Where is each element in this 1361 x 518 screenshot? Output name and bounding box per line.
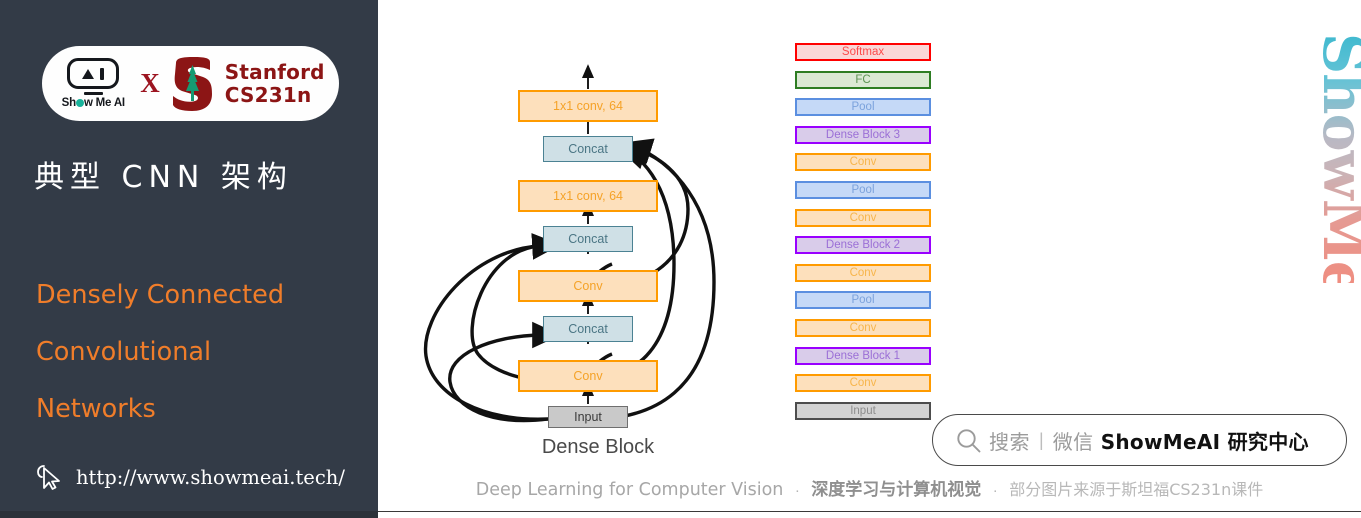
slide-title-chinese: 典型 CNN 架构	[34, 160, 293, 195]
footer-sep-1: ·	[794, 482, 800, 499]
stack-row-input: Input	[795, 401, 931, 420]
dense-block-caption: Dense Block	[541, 436, 655, 458]
stack-row-pool: Pool	[795, 98, 931, 117]
showmeai-watermark: ShowMeAI	[1310, 33, 1361, 365]
dense-block-diagram: 1x1 conv, 64 Concat 1x1 conv, 64 Concat …	[388, 14, 808, 464]
robot-eye-caret-icon	[82, 68, 95, 79]
slide-root: Sh w Me AI X Stanford CS231n 典型 CNN 架构 De…	[0, 0, 1361, 518]
bottom-border-white	[378, 511, 1361, 518]
dense-box-conv-3: Conv	[518, 270, 658, 302]
stack-row-conv: Conv	[795, 208, 931, 227]
densenet-architecture-stack: Softmax FC Pool Dense Block 3 Conv Pool Conv De…	[795, 43, 931, 429]
main-content: 1x1 conv, 64 Concat 1x1 conv, 64 Concat …	[378, 0, 1361, 511]
stack-row-dense-block-3: Dense Block 3	[795, 125, 931, 144]
title-line-3: Networks	[36, 394, 156, 424]
showmeai-dot-icon	[75, 99, 84, 107]
title-line-1: Densely Connected	[36, 280, 285, 310]
dense-box-concat-1: Concat	[543, 316, 633, 342]
stack-row-pool: Pool	[795, 291, 931, 310]
footer-chinese-bold: 深度学习与计算机视觉	[811, 480, 982, 500]
search-divider: |	[1039, 429, 1044, 450]
showmeai-logo: Sh w Me AI	[56, 58, 130, 109]
dense-box-conv-2: 1x1 conv, 64	[518, 180, 658, 212]
stack-row-softmax: Softmax	[795, 43, 931, 61]
footer-caption: Deep Learning for Computer Vision · 深度学习…	[378, 475, 1361, 500]
dense-box-conv-4: Conv	[518, 360, 658, 392]
showmeai-robot-icon	[67, 58, 120, 89]
website-link[interactable]: http://www.showmeai.tech/	[36, 462, 345, 492]
sidebar: Sh w Me AI X Stanford CS231n 典型 CNN 架构 De…	[0, 0, 378, 511]
stack-row-dense-block-2: Dense Block 2	[795, 236, 931, 255]
slide-title-english: Densely Connected Convolutional Networks	[36, 267, 366, 438]
stack-row-dense-block-1: Dense Block 1	[795, 346, 931, 365]
search-icon	[955, 427, 982, 454]
search-placeholder: 搜索	[989, 429, 1030, 454]
dense-box-concat-3: Concat	[543, 136, 633, 162]
search-account-name: ShowMeAI 研究中心	[1100, 429, 1309, 454]
stanford-line1: Stanford	[224, 60, 325, 85]
dense-box-input: Input	[548, 406, 628, 428]
website-url-text: http://www.showmeai.tech/	[76, 465, 345, 489]
stanford-wordmark: Stanford CS231n	[225, 61, 325, 106]
stack-row-conv: Conv	[795, 318, 931, 337]
search-channel: 微信	[1052, 429, 1094, 454]
collab-cross-label: X	[140, 68, 160, 98]
stack-row-conv: Conv	[795, 263, 931, 282]
stanford-tree-icon	[170, 55, 215, 113]
showmeai-wordmark: Sh w Me AI	[62, 97, 125, 109]
cursor-pointer-icon	[36, 462, 66, 492]
robot-eye-bar-icon	[100, 67, 105, 80]
brand-partner-badge: Sh w Me AI X Stanford CS231n	[42, 46, 339, 121]
stack-row-conv: Conv	[795, 153, 931, 172]
dense-box-concat-2: Concat	[543, 226, 633, 252]
showmeai-wordmark-pre: Sh	[61, 97, 77, 109]
robot-neck-icon	[83, 91, 103, 95]
footer-english: Deep Learning for Computer Vision	[475, 480, 784, 500]
footer-sep-2: ·	[992, 482, 998, 499]
stack-row-pool: Pool	[795, 180, 931, 199]
title-line-2: Convolutional	[36, 337, 212, 367]
stanford-line2: CS231n	[224, 82, 312, 107]
footer-chinese-note: 部分图片来源于斯坦福CS231n课件	[1009, 480, 1264, 499]
dense-box-conv-top: 1x1 conv, 64	[518, 90, 658, 122]
wechat-search-pill[interactable]: 搜索 | 微信 ShowMeAI 研究中心	[932, 414, 1347, 466]
stack-row-conv: Conv	[795, 374, 931, 393]
stack-row-fc: FC	[795, 70, 931, 89]
showmeai-wordmark-post: w Me AI	[83, 97, 125, 109]
